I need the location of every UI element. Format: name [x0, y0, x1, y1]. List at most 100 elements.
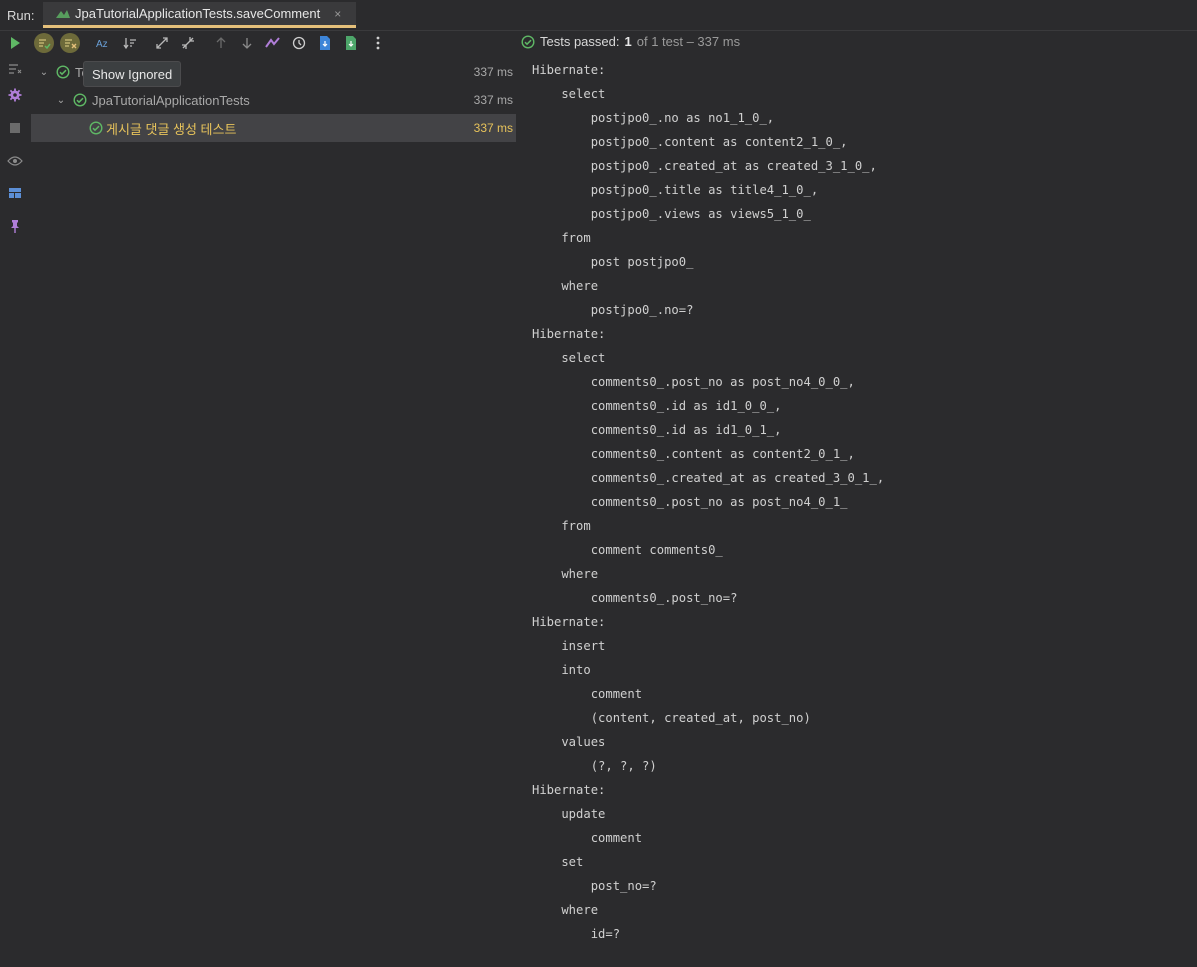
console-line: (content, created_at, post_no)	[532, 711, 819, 725]
console-line: postjpo0_.views as views5_1_0_	[532, 207, 819, 221]
console-line: postjpo0_.title as title4_1_0_,	[532, 183, 819, 197]
show-passed-button[interactable]	[34, 33, 54, 53]
next-failed-button[interactable]	[237, 33, 257, 53]
console-line: post postjpo0_	[532, 255, 701, 269]
status-prefix: Tests passed:	[540, 34, 620, 49]
settings-button[interactable]	[5, 85, 25, 105]
previous-failed-button[interactable]	[211, 33, 231, 53]
console-line: Hibernate:	[532, 63, 613, 77]
soft-wrap-button[interactable]	[5, 59, 25, 79]
console-line: comments0_.post_no as post_no4_0_1_	[532, 495, 855, 509]
tree-row-time: 337 ms	[473, 65, 513, 79]
console-line: where	[532, 279, 599, 293]
console-line: comment	[532, 831, 650, 845]
console-output[interactable]: Hibernate: select postjpo0_.no as no1_1_…	[532, 58, 1192, 946]
pin-icon	[11, 220, 19, 233]
stop-icon	[10, 123, 20, 133]
next-failed-icon	[242, 38, 252, 49]
sort-by-duration-button[interactable]	[120, 33, 140, 53]
export-icon	[320, 36, 330, 50]
layout-icon	[9, 188, 21, 198]
show-ignored-icon	[65, 39, 77, 49]
run-tool-window-header: Run: JpaTutorialApplicationTests.saveCom…	[0, 0, 1197, 31]
layout-button[interactable]	[5, 183, 25, 203]
console-line: post_no=?	[532, 879, 665, 893]
console-line: comments0_.id as id1_0_1_,	[532, 423, 782, 437]
status-count: 1	[624, 34, 632, 49]
stop-button[interactable]	[5, 118, 25, 138]
console-line: comments0_.post_no=?	[532, 591, 738, 605]
view-button[interactable]	[5, 151, 25, 171]
console-line: comments0_.created_at as created_3_0_1_,	[532, 471, 885, 485]
expand-all-icon	[156, 37, 168, 49]
sort-alphabetically-button[interactable]: Az	[93, 33, 113, 53]
console-line: insert	[532, 639, 613, 653]
tree-row-time: 337 ms	[473, 121, 513, 135]
console-line: Hibernate:	[532, 783, 613, 797]
expand-all-button[interactable]	[152, 33, 172, 53]
console-line: Hibernate:	[532, 327, 613, 341]
chevron-down-icon[interactable]: ⌄	[55, 95, 67, 106]
tree-row-class[interactable]: ⌄ JpaTutorialApplicationTests 337 ms	[31, 86, 516, 114]
svg-text:Az: Az	[96, 39, 108, 50]
console-line: select	[532, 351, 606, 365]
left-tool-strip	[0, 57, 30, 967]
console-line: comments0_.content as content2_0_1_,	[532, 447, 855, 461]
console-line: comment comments0_	[532, 543, 731, 557]
more-options-button[interactable]	[368, 33, 388, 53]
console-line: comments0_.post_no as post_no4_0_0_,	[532, 375, 855, 389]
chevron-down-icon[interactable]: ⌄	[38, 67, 50, 78]
rerun-button[interactable]	[5, 33, 25, 53]
export-results-button[interactable]	[341, 33, 361, 53]
show-ignored-button[interactable]	[60, 33, 80, 53]
console-line: into	[532, 663, 591, 677]
console-line: where	[532, 903, 599, 917]
console-line: Hibernate:	[532, 615, 613, 629]
console-line: where	[532, 567, 599, 581]
previous-failed-icon	[216, 37, 226, 48]
console-line: from	[532, 231, 591, 245]
passed-check-icon	[56, 65, 70, 79]
tree-row-test-method[interactable]: 게시글 댓글 생성 테스트 337 ms	[31, 114, 516, 142]
console-line: comments0_.id as id1_0_0_,	[532, 399, 782, 413]
test-runner-toolbar: Az	[0, 31, 520, 57]
run-config-tab[interactable]: JpaTutorialApplicationTests.saveComment …	[43, 2, 356, 28]
collapse-all-button[interactable]	[178, 33, 198, 53]
tree-row-label: JpaTutorialApplicationTests	[92, 92, 250, 108]
passed-check-icon	[521, 34, 535, 49]
clear-icon	[9, 64, 22, 74]
console-line: from	[532, 519, 591, 533]
console-line: comment	[532, 687, 643, 701]
sort-alphabetically-icon: Az	[96, 39, 108, 50]
import-tests-button[interactable]	[263, 33, 283, 53]
console-line: postjpo0_.no=?	[532, 303, 694, 317]
test-status: Tests passed: 1 of 1 test – 337 ms	[521, 34, 740, 49]
export-results-icon	[346, 36, 356, 50]
console-line: (?, ?, ?)	[532, 759, 657, 773]
splitter[interactable]	[517, 57, 518, 967]
console-line: postjpo0_.content as content2_1_0_,	[532, 135, 848, 149]
passed-check-icon	[89, 121, 103, 135]
pin-tab-button[interactable]	[5, 216, 25, 236]
console-line: update	[532, 807, 606, 821]
export-button[interactable]	[315, 33, 335, 53]
console-line: postjpo0_.no as no1_1_0_,	[532, 111, 775, 125]
tooltip: Show Ignored	[83, 61, 182, 87]
test-history-button[interactable]	[289, 33, 309, 53]
junit-test-icon	[55, 8, 70, 20]
console-line: select	[532, 87, 606, 101]
status-detail: of 1 test – 337 ms	[636, 34, 741, 49]
console-line: set	[532, 855, 584, 869]
console-line: values	[532, 735, 606, 749]
import-tests-icon	[265, 37, 280, 48]
tree-row-time: 337 ms	[473, 93, 513, 107]
tab-title: JpaTutorialApplicationTests.saveComment	[75, 6, 321, 21]
test-tree: ⌄ Te 337 ms ⌄ JpaTutorialApplicationTest…	[31, 58, 516, 967]
passed-check-icon	[73, 93, 87, 107]
collapse-all-icon	[182, 37, 194, 49]
more-options-icon	[376, 36, 380, 50]
console-line: id=?	[532, 927, 621, 941]
close-tab-icon[interactable]: ×	[334, 7, 341, 21]
show-passed-icon	[39, 39, 51, 50]
sort-by-duration-icon	[123, 38, 136, 50]
